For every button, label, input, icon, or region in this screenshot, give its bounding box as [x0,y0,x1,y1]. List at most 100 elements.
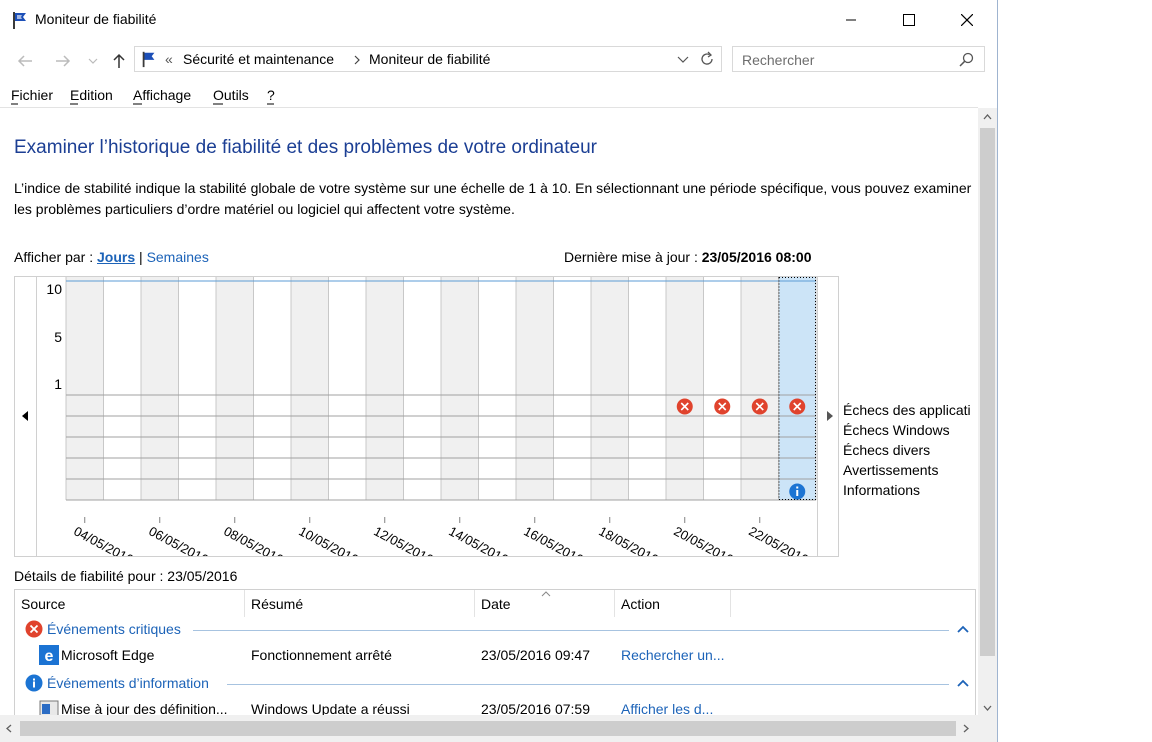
day-column [216,277,254,500]
scroll-right-button[interactable] [817,277,839,556]
scroll-down-icon[interactable] [983,705,992,711]
cell-date: 23/05/2016 07:59 [481,701,590,715]
search-input[interactable]: Rechercher [732,46,985,72]
chart-plot[interactable]: 10 5 1 04/05/2016 06/05/2016 08/05/2016 10/05/… [37,277,817,556]
column-summary[interactable]: Résumé [245,590,475,617]
chart-row-labels: Échecs des applicati Échecs Windows Éche… [843,400,971,500]
minimize-button[interactable] [822,0,880,40]
group-critical-label: Événements critiques [47,621,181,637]
info-icon-dot [796,486,799,489]
day-column [628,277,666,500]
search-placeholder: Rechercher [742,52,815,68]
reliability-chart[interactable]: 10 5 1 04/05/2016 06/05/2016 08/05/2016 10/05/… [14,276,839,557]
forward-button[interactable] [52,50,74,72]
day-column [553,277,591,500]
scroll-up-icon[interactable] [983,114,992,120]
menu-view[interactable]: Affichage [133,87,191,103]
cell-summary: Fonctionnement arrêté [251,647,392,663]
day-column [253,277,291,500]
page-title: Examiner l’historique de fiabilité et de… [14,137,597,158]
back-button[interactable] [14,50,36,72]
cell-summary: Windows Update a réussi [251,701,410,715]
search-icon[interactable] [959,52,975,68]
view-by-label: Afficher par : [14,249,94,265]
recent-locations-button[interactable] [82,50,104,72]
maximize-icon [903,14,915,26]
row-label-information: Informations [843,482,921,498]
collapse-icon[interactable] [957,679,969,687]
last-update-value: 23/05/2016 08:00 [701,249,812,265]
view-by-selector: Afficher par : Jours | Semaines [14,249,209,265]
x-tick-label: 20/05/2016 [671,523,736,556]
refresh-icon[interactable] [699,51,715,67]
day-column [291,277,329,500]
view-weeks-link[interactable]: Semaines [147,249,209,265]
row-label-warnings: Avertissements [843,462,939,478]
vertical-scrollbar[interactable] [978,108,997,715]
flag-icon [13,12,26,29]
view-days-link[interactable]: Jours [97,249,135,265]
horizontal-scrollbar[interactable] [0,715,997,742]
cell-action-link[interactable]: Rechercher un... [621,647,725,663]
day-column [741,277,779,500]
day-column [703,277,741,500]
day-column [778,277,816,500]
column-action[interactable]: Action [615,590,731,617]
close-button[interactable] [938,0,996,40]
error-icon [25,620,43,638]
group-critical-events[interactable]: Événements critiques [15,618,975,640]
menu-help[interactable]: ? [267,87,275,103]
day-column [591,277,629,500]
last-update-label: Dernière mise à jour : [564,249,698,265]
breadcrumb-security-maintenance[interactable]: Sécurité et maintenance [183,51,334,67]
cell-action-link[interactable]: Afficher les d... [621,701,713,715]
navigation-bar: « Sécurité et maintenance Moniteur de fi… [0,40,997,80]
address-dropdown-icon[interactable] [677,55,689,65]
page-description: L’indice de stabilité indique la stabili… [14,180,972,217]
vertical-scroll-thumb[interactable] [980,128,995,656]
main-content: Examiner l’historique de fiabilité et de… [0,108,978,715]
row-label-windows-failures: Échecs Windows [843,422,950,438]
menu-tools[interactable]: Outils [213,87,249,103]
up-arrow-icon [113,53,125,68]
address-bar[interactable]: « Sécurité et maintenance Moniteur de fi… [134,46,722,72]
group-divider [227,684,949,685]
row-label-app-failures: Échecs des applicati [843,402,971,418]
minimize-icon [846,19,856,21]
caret-left-icon [22,411,28,421]
group-information-events[interactable]: Événements d’information [15,672,975,694]
horizontal-scroll-thumb[interactable] [20,721,956,736]
table-row[interactable]: e Microsoft Edge Fonctionnement arrêté 2… [15,642,975,668]
table-row[interactable]: Mise à jour des définition... Windows Up… [15,696,975,715]
column-source[interactable]: Source [15,590,245,617]
forward-arrow-icon [56,55,71,67]
menu-edit[interactable]: Edition [70,87,113,103]
collapse-icon[interactable] [957,625,969,633]
chevron-right-icon[interactable] [353,55,361,65]
breadcrumb-reliability-monitor[interactable]: Moniteur de fiabilité [369,51,490,67]
reliability-monitor-window: Moniteur de fiabilité « Sécurité et main… [0,0,998,742]
y-tick-label: 10 [46,281,62,297]
x-tick-label: 18/05/2016 [596,523,661,556]
cell-source: Microsoft Edge [61,647,155,663]
sort-ascending-icon [541,591,551,597]
chevron-down-icon [88,58,98,64]
scroll-left-button[interactable] [15,277,37,556]
info-icon [25,674,43,692]
scroll-left-icon[interactable] [6,724,12,733]
menu-file[interactable]: Fichier [11,87,53,103]
maximize-button[interactable] [880,0,938,40]
y-tick-label: 5 [54,329,62,345]
cell-source: Mise à jour des définition... [61,701,228,715]
address-overflow[interactable]: « [165,51,173,67]
up-button[interactable] [108,50,130,72]
day-column [516,277,554,500]
details-title: Détails de fiabilité pour : 23/05/2016 [14,568,238,584]
group-divider [193,630,949,631]
title-bar: Moniteur de fiabilité [0,0,997,40]
x-tick-label: 06/05/2016 [146,523,211,556]
y-tick-label: 1 [54,376,62,392]
flag-icon [142,51,155,68]
scroll-right-icon[interactable] [963,724,969,733]
close-icon [961,14,973,26]
